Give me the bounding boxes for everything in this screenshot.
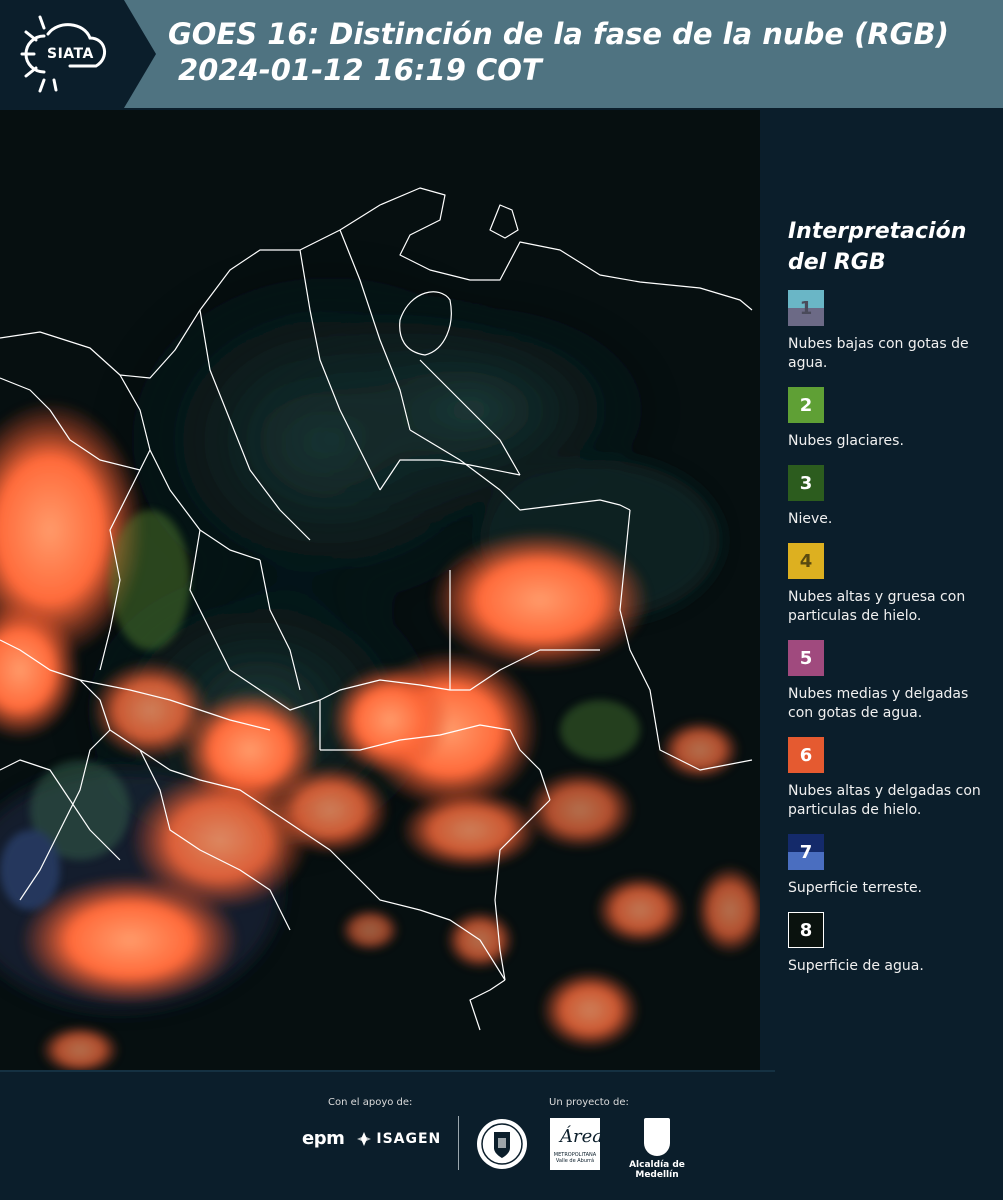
legend-item: 3 Nieve. [788, 465, 993, 529]
legend-number: 8 [799, 919, 813, 941]
legend-item: 8 Superficie de agua. [788, 912, 993, 976]
isagen-text: ISAGEN [376, 1130, 442, 1147]
legend-title: Interpretación del RGB [788, 216, 993, 278]
legend-item: 2 Nubes glaciares. [788, 387, 993, 451]
legend-number: 4 [799, 550, 813, 572]
sponsor-logos: epm ISAGEN [302, 1128, 441, 1149]
legend-panel: Interpretación del RGB 1 Nubes bajas con … [788, 216, 993, 990]
legend-label: Nubes bajas con gotas de agua. [788, 336, 969, 371]
isagen-logo: ISAGEN [356, 1131, 441, 1147]
legend-item: 6 Nubes altas y delgadas con particulas d… [788, 737, 993, 820]
support-label: Con el apoyo de: [328, 1097, 413, 1108]
legend-label: Nubes glaciares. [788, 433, 904, 449]
legend-label: Superficie de agua. [788, 958, 924, 974]
legend-items: 1 Nubes bajas con gotas de agua. 2 Nubes gl… [788, 290, 993, 976]
legend-swatch: 2 [788, 387, 824, 423]
legend-label: Nubes altas y gruesa con particulas de h… [788, 589, 966, 624]
legend-number: 7 [799, 841, 813, 863]
legend-swatch: 4 [788, 543, 824, 579]
legend-swatch: 1 [788, 290, 824, 326]
header-band: SIATA GOES 16: Distinción de la fase de … [0, 0, 1003, 108]
legend-number: 5 [799, 647, 813, 669]
legend-item: 4 Nubes altas y gruesa con particulas de … [788, 543, 993, 626]
legend-swatch: 6 [788, 737, 824, 773]
legend-number: 6 [799, 744, 813, 766]
legend-item: 7 Superficie terreste. [788, 834, 993, 898]
legend-label: Nubes altas y delgadas con particulas de… [788, 783, 981, 818]
legend-label: Superficie terreste. [788, 880, 923, 896]
footer-vertical-divider [458, 1116, 459, 1170]
legend-swatch: 5 [788, 640, 824, 676]
area-logo-text: Área [560, 1126, 603, 1147]
footer-divider-line [0, 1070, 775, 1072]
legend-number: 2 [799, 394, 813, 416]
epm-logo: epm [302, 1128, 345, 1149]
legend-number: 3 [799, 472, 813, 494]
seal-logo-icon [477, 1119, 527, 1169]
legend-label: Nieve. [788, 511, 833, 527]
title-line-2: 2024-01-12 16:19 COT [178, 53, 542, 87]
logo-box: SIATA [0, 0, 124, 108]
logo-text: SIATA [47, 46, 94, 62]
alcaldia-text: Alcaldía de Medellín [629, 1160, 685, 1180]
header-wedge [124, 0, 156, 108]
satellite-image [0, 110, 760, 1070]
area-logo-subtext: METROPOLITANA Valle de Aburrá [553, 1152, 597, 1164]
satellite-map[interactable] [0, 110, 760, 1070]
legend-title-line-2: del RGB [788, 250, 886, 275]
legend-swatch: 3 [788, 465, 824, 501]
legend-label: Nubes medias y delgadas con gotas de agu… [788, 686, 969, 721]
legend-item: 5 Nubes medias y delgadas con gotas de ag… [788, 640, 993, 723]
project-label: Un proyecto de: [549, 1097, 629, 1108]
legend-swatch: 7 [788, 834, 824, 870]
legend-number: 1 [799, 297, 813, 319]
crest-icon [644, 1118, 670, 1156]
alcaldia-logo: Alcaldía de Medellín [612, 1118, 702, 1180]
legend-swatch: 8 [788, 912, 824, 948]
page-title: GOES 16: Distinción de la fase de la nub… [168, 16, 949, 88]
area-metropolitana-logo: Área METROPOLITANA Valle de Aburrá [550, 1118, 603, 1170]
legend-item: 1 Nubes bajas con gotas de agua. [788, 290, 993, 373]
title-line-1: GOES 16: Distinción de la fase de la nub… [168, 17, 949, 51]
isagen-mark-icon [357, 1131, 372, 1146]
legend-title-line-1: Interpretación [788, 219, 967, 244]
